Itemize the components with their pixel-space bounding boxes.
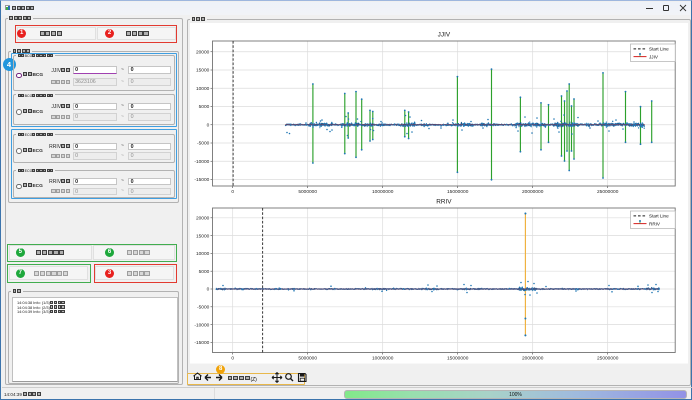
- svg-text:10000: 10000: [196, 86, 210, 92]
- svg-text:5000: 5000: [199, 104, 210, 110]
- svg-text:20000: 20000: [196, 49, 210, 55]
- svg-text:-5000: -5000: [197, 141, 210, 147]
- svg-text:-10000: -10000: [194, 159, 209, 165]
- svg-text:25000000: 25000000: [597, 355, 619, 361]
- svg-text:0: 0: [207, 122, 210, 128]
- svg-text:JJIV: JJIV: [438, 32, 451, 39]
- svg-text:JJIV: JJIV: [649, 54, 659, 59]
- svg-text:25000000: 25000000: [597, 189, 619, 195]
- svg-text:10000000: 10000000: [372, 189, 394, 195]
- svg-text:20000000: 20000000: [522, 189, 544, 195]
- svg-text:0: 0: [231, 355, 234, 361]
- svg-text:20000000: 20000000: [522, 355, 544, 361]
- svg-text:15000000: 15000000: [447, 189, 469, 195]
- svg-text:15000000: 15000000: [447, 355, 469, 361]
- svg-text:-5000: -5000: [197, 305, 210, 311]
- svg-text:Start Line: Start Line: [649, 47, 669, 52]
- svg-text:10000000: 10000000: [372, 355, 394, 361]
- svg-text:Start Line: Start Line: [649, 214, 669, 219]
- svg-text:-15000: -15000: [194, 177, 209, 183]
- svg-text:-10000: -10000: [194, 322, 209, 328]
- svg-text:5000000: 5000000: [298, 355, 317, 361]
- svg-text:RRIV: RRIV: [649, 221, 661, 226]
- svg-text:15000: 15000: [196, 233, 210, 239]
- svg-text:5000000: 5000000: [298, 189, 317, 195]
- svg-text:0: 0: [231, 189, 234, 195]
- svg-text:-15000: -15000: [194, 340, 209, 346]
- svg-text:RRIV: RRIV: [436, 199, 452, 206]
- svg-text:20000: 20000: [196, 216, 210, 222]
- svg-text:5000: 5000: [199, 269, 210, 275]
- svg-text:0: 0: [207, 287, 210, 293]
- svg-text:10000: 10000: [196, 251, 210, 257]
- svg-text:15000: 15000: [196, 68, 210, 74]
